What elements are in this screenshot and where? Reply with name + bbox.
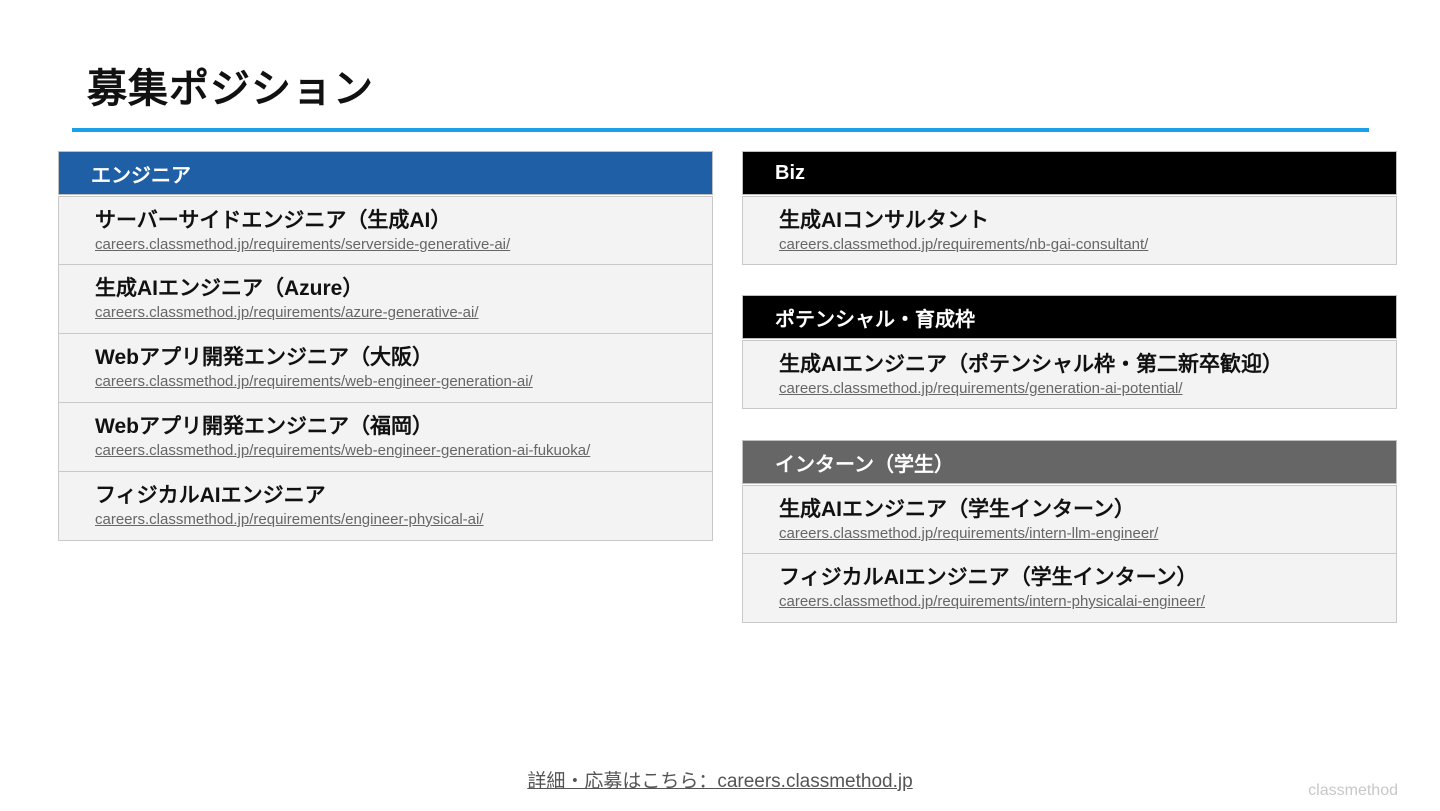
position-card: 生成AIエンジニア（学生インターン） careers.classmethod.j… [742, 485, 1397, 554]
position-title: フィジカルAIエンジニア（学生インターン） [779, 566, 1198, 589]
position-link[interactable]: careers.classmethod.jp/requirements/web-… [95, 441, 676, 461]
engineer-panel: エンジニア サーバーサイドエンジニア（生成AI） careers.classme… [58, 151, 713, 541]
position-title: 生成AIエンジニア（学生インターン） [779, 498, 1135, 521]
position-title: フィジカルAIエンジニア [95, 484, 326, 507]
position-title: サーバーサイドエンジニア（生成AI） [95, 209, 452, 232]
potential-panel: ポテンシャル・育成枠 生成AIエンジニア（ポテンシャル枠・第二新卒歓迎） car… [742, 295, 1397, 409]
position-card: 生成AIコンサルタント careers.classmethod.jp/requi… [742, 196, 1397, 265]
intern-panel: インターン（学生） 生成AIエンジニア（学生インターン） careers.cla… [742, 440, 1397, 623]
position-card: Webアプリ開発エンジニア（福岡） careers.classmethod.jp… [58, 403, 713, 472]
footer-careers-link[interactable]: 詳細・応募はこちら：careers.classmethod.jp [0, 766, 1440, 793]
biz-header: Biz [742, 151, 1397, 195]
position-title: Webアプリ開発エンジニア（大阪） [95, 346, 433, 369]
brand-logo-text: classmethod [1308, 782, 1398, 799]
position-link[interactable]: careers.classmethod.jp/requirements/inte… [779, 592, 1360, 612]
position-link[interactable]: careers.classmethod.jp/requirements/gene… [779, 379, 1360, 399]
position-card: フィジカルAIエンジニア（学生インターン） careers.classmetho… [742, 554, 1397, 623]
position-link[interactable]: careers.classmethod.jp/requirements/azur… [95, 303, 676, 323]
position-link[interactable]: careers.classmethod.jp/requirements/nb-g… [779, 235, 1360, 255]
position-card: Webアプリ開発エンジニア（大阪） careers.classmethod.jp… [58, 334, 713, 403]
page-title: 募集ポジション [87, 67, 374, 111]
position-title: Webアプリ開発エンジニア（福岡） [95, 415, 433, 438]
potential-header: ポテンシャル・育成枠 [742, 295, 1397, 339]
position-title: 生成AIエンジニア（Azure） [95, 277, 364, 300]
position-link[interactable]: careers.classmethod.jp/requirements/engi… [95, 510, 676, 530]
position-card: フィジカルAIエンジニア careers.classmethod.jp/requ… [58, 472, 713, 541]
position-title: 生成AIコンサルタント [779, 209, 989, 232]
biz-panel: Biz 生成AIコンサルタント careers.classmethod.jp/r… [742, 151, 1397, 265]
position-link[interactable]: careers.classmethod.jp/requirements/serv… [95, 235, 676, 255]
position-card: 生成AIエンジニア（Azure） careers.classmethod.jp/… [58, 265, 713, 334]
intern-header: インターン（学生） [742, 440, 1397, 484]
position-link[interactable]: careers.classmethod.jp/requirements/web-… [95, 372, 676, 392]
position-title: 生成AIエンジニア（ポテンシャル枠・第二新卒歓迎） [779, 353, 1283, 376]
position-link[interactable]: careers.classmethod.jp/requirements/inte… [779, 524, 1360, 544]
position-card: サーバーサイドエンジニア（生成AI） careers.classmethod.j… [58, 196, 713, 265]
title-divider [72, 128, 1369, 132]
position-card: 生成AIエンジニア（ポテンシャル枠・第二新卒歓迎） careers.classm… [742, 340, 1397, 409]
engineer-header: エンジニア [58, 151, 713, 195]
